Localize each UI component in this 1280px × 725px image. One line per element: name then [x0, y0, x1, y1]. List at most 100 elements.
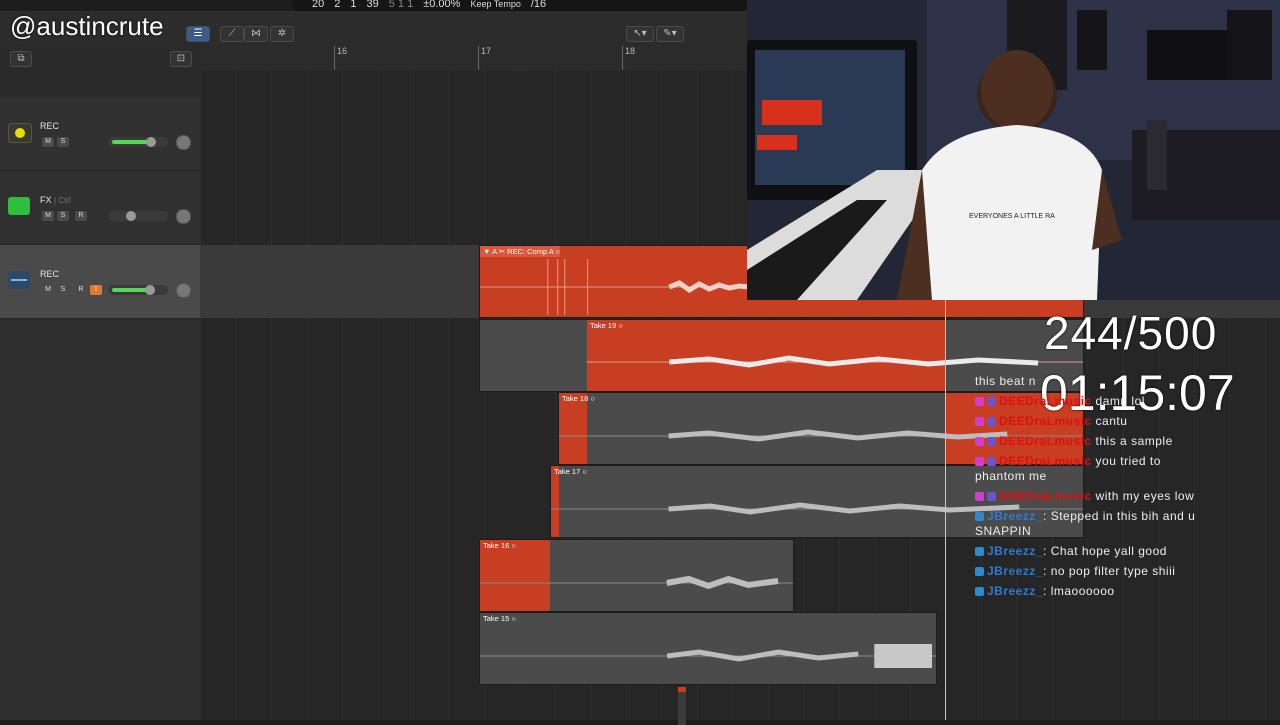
chat-username[interactable]: JBreezz_ [987, 544, 1043, 558]
take-15-waveform [480, 644, 936, 668]
solo-button[interactable]: S [57, 137, 69, 147]
transport-tempo-mode[interactable]: Keep Tempo [470, 0, 520, 9]
volume-slider[interactable] [108, 285, 168, 295]
chat-username[interactable]: JBreezz_ [987, 564, 1043, 578]
pointer-tool-icon[interactable]: ↖▾ [626, 26, 654, 42]
crown-badge-icon [975, 587, 984, 597]
transport-pos2: 5 1 1 [388, 0, 414, 10]
goal-counter: 244/500 [1044, 307, 1218, 359]
chat-username[interactable]: JBreezz_ [987, 584, 1043, 598]
track-list: REC M S FX | Ctrl M S R REC M S R I [0, 97, 200, 720]
input-monitor-button[interactable]: I [90, 285, 102, 295]
volume-slider[interactable] [108, 137, 168, 147]
chat-username[interactable]: DEEDraLmusic [999, 489, 1092, 503]
record-enable-button[interactable]: R [75, 285, 87, 295]
mute-button[interactable]: M [42, 137, 54, 147]
transport-tick: 39 [366, 0, 379, 10]
chat-text: this a sample [1095, 434, 1173, 448]
take-16-region[interactable]: Take 16 ○ [479, 539, 794, 612]
chat-message: DEEDraLmusic this a sample [975, 431, 1275, 451]
crown-badge-icon [975, 512, 984, 522]
list-view-icon[interactable]: ☰ [186, 26, 210, 42]
playhead[interactable] [945, 300, 946, 720]
catch-icon[interactable]: ✲ [270, 26, 294, 42]
track-header-rec-1[interactable]: REC M S [0, 97, 200, 171]
volume-slider[interactable] [108, 211, 168, 221]
ruler-mark-17: 17 [481, 46, 492, 56]
track-name[interactable]: REC [40, 121, 59, 131]
webcam-feed: EVERYONES A LITTLE RA [747, 0, 1280, 300]
duplicate-track-icon[interactable]: ⧉ [10, 51, 32, 67]
comp-region-header: ▼ A ✂ REC: Comp A ○ [480, 246, 561, 257]
transport-percent: ±0.00% [423, 0, 461, 10]
chat-message: this beat n [975, 371, 1275, 391]
take-17-header: Take 17 ○ [554, 467, 587, 476]
crown-badge-icon [975, 567, 984, 577]
chat-text: lmaoooooo [1050, 584, 1115, 598]
track-header-rec-2[interactable]: REC M S R I [0, 245, 200, 319]
chat-text: no pop filter type shiii [1050, 564, 1176, 578]
take-16-waveform [480, 575, 793, 590]
timeline-ruler[interactable]: 16 17 18 [200, 43, 748, 72]
shirt-text: EVERYONES A LITTLE RA [969, 213, 1055, 220]
take-17-label: Take 17 [554, 467, 581, 476]
sub-badge-icon [975, 437, 984, 447]
pan-knob[interactable] [176, 283, 191, 298]
chat-text: this beat n [975, 374, 1036, 388]
transport-signature: /16 [530, 0, 547, 10]
track-name[interactable]: REC [40, 269, 59, 279]
scroll-marker[interactable] [678, 687, 686, 725]
waveform-icon [8, 271, 30, 289]
solo-button[interactable]: S [57, 285, 69, 295]
alarm-clock-icon [8, 123, 32, 143]
track-header-fx[interactable]: FX | Ctrl M S R [0, 171, 200, 245]
chat-text: phantom me [975, 469, 1047, 483]
take-16-label: Take 16 [483, 541, 510, 550]
chat-message: JBreezz_: lmaoooooo [975, 581, 1275, 601]
take-18-header: Take 18 ○ [562, 394, 595, 403]
chat-text: Chat hope yall good [1050, 544, 1167, 558]
transport-bar: 20 [312, 0, 325, 10]
sub-badge-icon [975, 417, 984, 427]
take-15-region[interactable]: Take 15 ○ [479, 612, 937, 685]
global-tracks-icon[interactable]: ⊡ [170, 51, 192, 67]
ruler-mark-16: 16 [337, 46, 348, 56]
mute-button[interactable]: M [42, 285, 54, 295]
chat-text: cantu [1095, 414, 1128, 428]
chat-username[interactable]: DEEDraLmusic [999, 414, 1092, 428]
take-18-label: Take 18 [562, 394, 589, 403]
transport-div: 1 [350, 0, 357, 10]
fx-plugin-icon [8, 197, 30, 215]
pan-knob[interactable] [176, 209, 191, 224]
flex-icon[interactable]: ⋈ [244, 26, 268, 42]
chat-message: DEEDraLmusic with my eyes low [975, 486, 1275, 506]
chat-message: JBreezz_: Chat hope yall good [975, 541, 1275, 561]
crown-badge-icon [975, 547, 984, 557]
gifter-badge-icon [987, 492, 996, 502]
gifter-badge-icon [987, 417, 996, 427]
gifter-badge-icon [987, 397, 996, 407]
track-name-text: FX [40, 195, 52, 205]
pan-knob[interactable] [176, 135, 191, 150]
solo-button[interactable]: S [57, 211, 69, 221]
automation-icon[interactable]: ⟋ [220, 26, 244, 42]
record-enable-button[interactable]: R [75, 211, 87, 221]
gifter-badge-icon [987, 457, 996, 467]
sub-badge-icon [975, 492, 984, 502]
transport-display: 20 2 1 39 5 1 1 ±0.00% Keep Tempo /16 [292, 0, 748, 11]
comp-region-label: REC: Comp A [507, 247, 554, 256]
mute-button[interactable]: M [42, 211, 54, 221]
channel-watermark: @austincrute [10, 11, 164, 41]
chat-text: damn lol [1095, 394, 1145, 408]
transport-beat: 2 [334, 0, 341, 10]
chat-username[interactable]: DEEDraLmusic [999, 434, 1092, 448]
sub-badge-icon [975, 457, 984, 467]
track-header-toolbar: ⧉ ⊡ [0, 43, 200, 98]
ruler-mark-18: 18 [625, 46, 636, 56]
pencil-tool-icon[interactable]: ✎▾ [656, 26, 684, 42]
track-name[interactable]: FX | Ctrl [40, 195, 71, 205]
take-19-label: Take 19 [590, 321, 617, 330]
take-15-label: Take 15 [483, 614, 510, 623]
chat-username[interactable]: DEEDraLmusic [999, 394, 1092, 408]
chat-message: DEEDraLmusic damn lol [975, 391, 1275, 411]
